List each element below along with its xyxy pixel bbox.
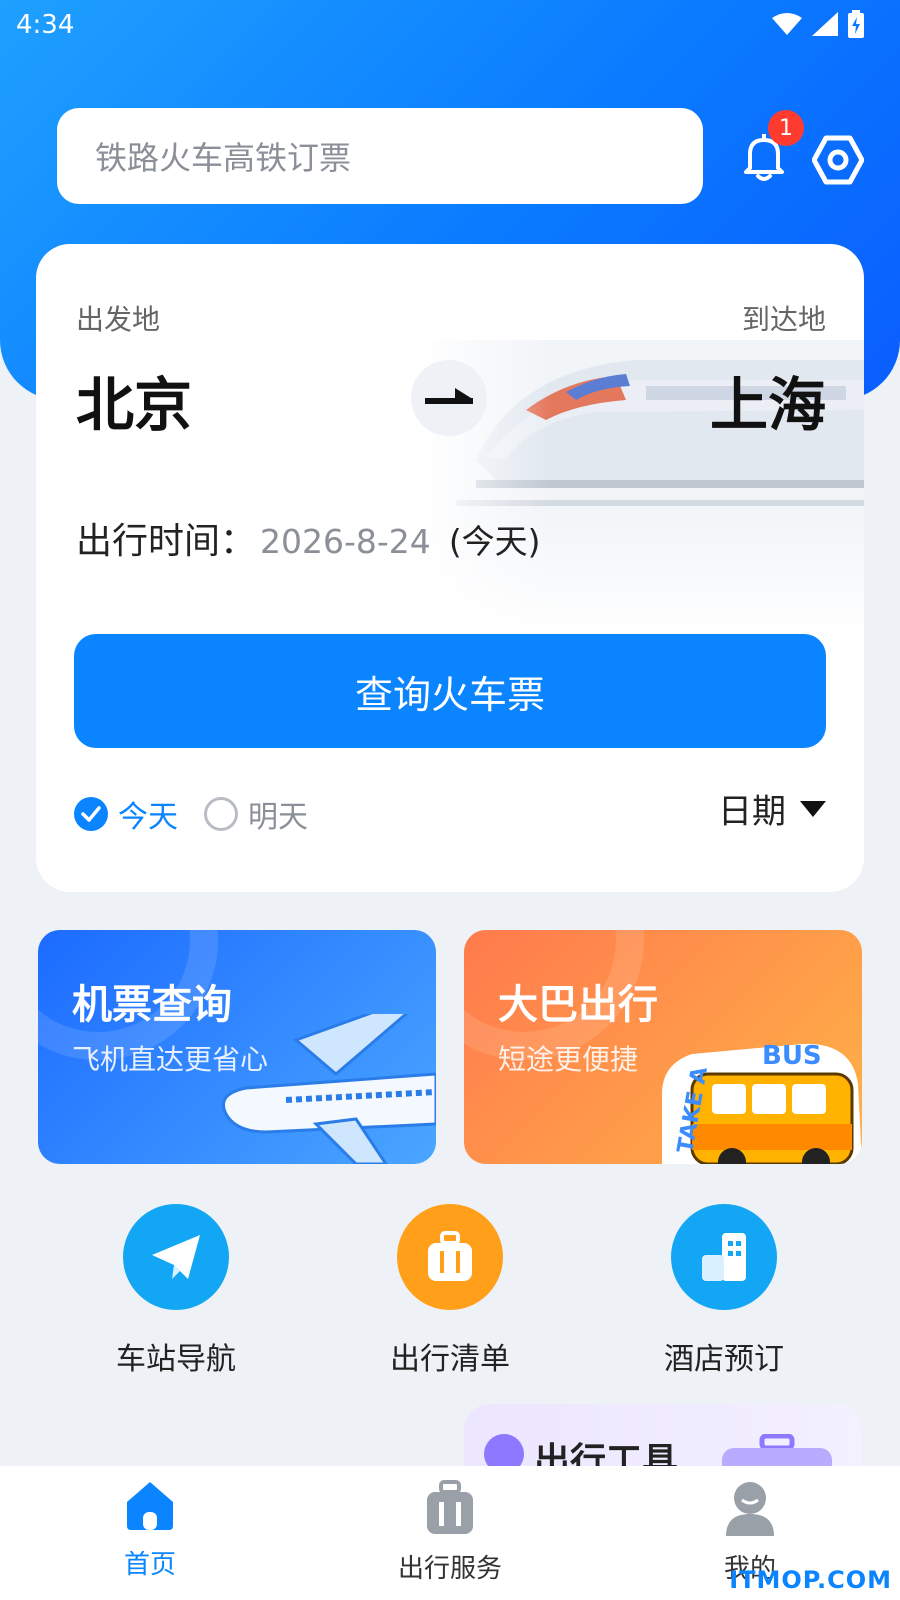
status-time: 4:34 bbox=[16, 10, 75, 40]
flight-search-card[interactable]: 机票查询 飞机直达更省心 bbox=[38, 930, 436, 1164]
date-value: 2026-8-24 bbox=[260, 522, 431, 561]
tab-label: 出行服务 bbox=[397, 1554, 502, 1584]
signal-icon bbox=[812, 12, 838, 36]
status-icons bbox=[772, 10, 864, 38]
shortcut-label: 酒店预订 bbox=[664, 1342, 784, 1377]
query-tickets-button[interactable]: 查询火车票 bbox=[74, 634, 826, 748]
arrival-city[interactable]: 上海 bbox=[710, 358, 826, 442]
user-icon bbox=[726, 1482, 774, 1536]
swap-cities-button[interactable] bbox=[411, 360, 487, 436]
tab-home[interactable]: 首页 bbox=[40, 1480, 260, 1581]
notification-badge: 1 bbox=[768, 110, 804, 146]
status-bar: 4:34 bbox=[0, 0, 900, 50]
radio-unchecked-icon bbox=[204, 797, 238, 831]
travel-date-row[interactable]: 出行时间： 2026-8-24 (今天) bbox=[76, 512, 541, 564]
swap-arrow-icon bbox=[425, 388, 473, 404]
shortcut-label: 出行清单 bbox=[390, 1342, 510, 1377]
checked-icon bbox=[74, 797, 108, 831]
shortcut-hotel-booking[interactable]: 酒店预订 bbox=[624, 1204, 824, 1378]
bus-travel-card[interactable]: 大巴出行 短途更便捷 BUS TAKE A bbox=[464, 930, 862, 1164]
briefcase-icon bbox=[427, 1480, 473, 1534]
battery-icon bbox=[848, 10, 864, 38]
svg-text:BUS: BUS bbox=[762, 1041, 822, 1071]
train-booking-card: 出发地 到达地 北京 上海 出行时间： 2026-8-24 (今天) 查询火车票… bbox=[36, 244, 864, 892]
airplane-icon bbox=[222, 1014, 436, 1164]
option-today[interactable]: 今天 bbox=[74, 792, 178, 836]
option-today-label: 今天 bbox=[118, 800, 178, 835]
caret-down-icon bbox=[800, 800, 826, 817]
date-tag: (今天) bbox=[448, 522, 541, 561]
home-icon bbox=[127, 1482, 173, 1530]
option-tomorrow[interactable]: 明天 bbox=[204, 792, 308, 836]
date-label: 出行时间： bbox=[76, 521, 257, 562]
to-label: 到达地 bbox=[741, 303, 826, 336]
date-picker-button[interactable]: 日期 bbox=[718, 784, 826, 833]
search-placeholder: 铁路火车高铁订票 bbox=[95, 139, 352, 177]
shortcut-station-navigation[interactable]: 车站导航 bbox=[76, 1204, 276, 1378]
building-icon bbox=[671, 1204, 777, 1310]
settings-icon[interactable] bbox=[812, 134, 864, 186]
bus-sticker-icon: BUS TAKE A bbox=[662, 1041, 862, 1164]
bus-card-subtitle: 短途更便捷 bbox=[498, 1043, 639, 1076]
wifi-icon bbox=[772, 13, 802, 35]
shortcut-travel-checklist[interactable]: 出行清单 bbox=[350, 1204, 550, 1378]
paper-plane-icon bbox=[123, 1204, 229, 1310]
tab-label: 首页 bbox=[123, 1550, 176, 1580]
tab-travel-services[interactable]: 出行服务 bbox=[340, 1480, 560, 1585]
option-tomorrow-label: 明天 bbox=[248, 800, 308, 835]
luggage-icon bbox=[397, 1204, 503, 1310]
shortcut-label: 车站导航 bbox=[116, 1342, 236, 1377]
departure-city[interactable]: 北京 bbox=[76, 358, 192, 442]
bus-card-title: 大巴出行 bbox=[498, 982, 658, 1028]
watermark: ITMOP.COM bbox=[729, 1566, 892, 1594]
travel-tools-card[interactable]: 出行工具 bbox=[464, 1404, 862, 1474]
date-picker-label: 日期 bbox=[718, 792, 786, 832]
from-label: 出发地 bbox=[76, 303, 161, 336]
search-bar[interactable]: 铁路火车高铁订票 bbox=[57, 108, 703, 204]
